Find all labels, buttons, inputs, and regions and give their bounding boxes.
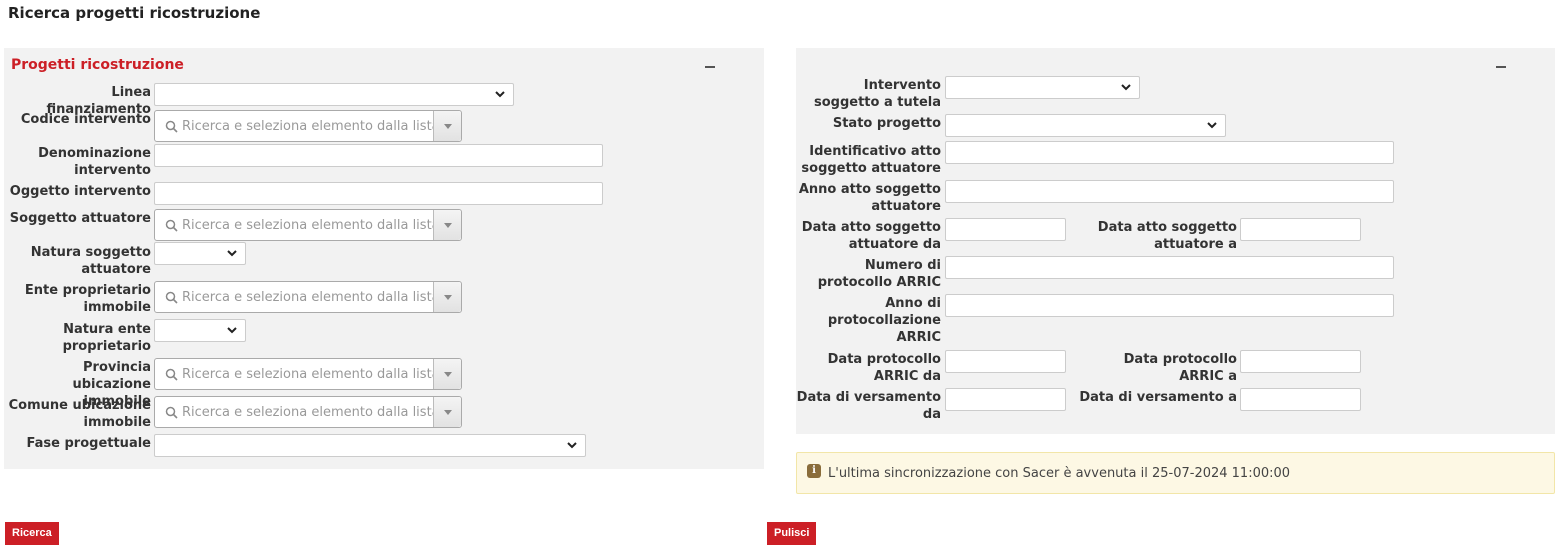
combo-placeholder: Ricerca e seleziona elemento dalla lista… [182,218,440,233]
combo-placeholder: Ricerca e seleziona elemento dalla lista… [182,405,440,420]
label-identificativo-atto: Identificativo atto soggetto attuatore [801,144,941,176]
input-data-versamento-a[interactable] [1240,388,1361,411]
info-icon: i [807,464,821,478]
input-data-protocollo-da[interactable] [945,350,1066,373]
dropdown-arrow-icon[interactable] [433,282,461,312]
search-icon [165,291,178,304]
label-natura-soggetto-attuatore: Natura soggetto attuatore [30,245,151,277]
clear-button[interactable]: Pulisci [767,522,817,545]
input-numero-protocollo[interactable] [945,256,1394,279]
label-stato-progetto: Stato progetto [832,116,941,131]
input-denominazione-intervento[interactable] [154,144,603,167]
panel-filtri-aggiuntivi: Intervento soggetto a tutela Stato proge… [796,48,1555,434]
search-button[interactable]: Ricerca [5,522,59,545]
section-title: Progetti ricostruzione [11,57,184,73]
input-identificativo-atto[interactable] [945,141,1394,164]
label-data-versamento-a: Data di versamento a [1079,390,1237,405]
combo-placeholder: Ricerca e seleziona elemento dalla lista… [182,290,440,305]
label-comune-ubicazione-immobile: Comune ubicazione immobile [8,398,151,430]
label-fase-progettuale: Fase progettuale [26,436,151,451]
search-icon [165,406,178,419]
select-stato-progetto[interactable] [945,114,1226,137]
label-oggetto-intervento: Oggetto intervento [9,184,151,199]
select-fase-progettuale[interactable] [154,434,586,457]
chevron-down-icon [227,327,237,334]
combo-placeholder: Ricerca e seleziona elemento dalla lista… [182,119,440,134]
search-icon [165,120,178,133]
chevron-down-icon [495,91,505,98]
panel-progetti-ricostruzione: Progetti ricostruzione Linea finanziamen… [4,48,764,469]
label-soggetto-attuatore: Soggetto attuatore [9,211,151,226]
chevron-down-icon [1121,84,1131,91]
search-icon [165,368,178,381]
label-anno-protocollazione: Anno di protocollazione ARRIC [827,296,941,345]
dropdown-arrow-icon[interactable] [433,397,461,427]
select-natura-ente-proprietario[interactable] [154,319,246,342]
search-icon [165,219,178,232]
label-intervento-soggetto-tutela: Intervento soggetto a tutela [813,78,941,110]
label-numero-protocollo: Numero di protocollo ARRIC [817,258,941,290]
sync-info-alert: i L'ultima sincronizzazione con Sacer è … [796,452,1555,494]
input-data-atto-da[interactable] [945,218,1066,241]
collapse-minus-icon[interactable] [1495,60,1507,72]
input-data-versamento-da[interactable] [945,388,1066,411]
combo-placeholder: Ricerca e seleziona elemento dalla lista… [182,367,440,382]
label-codice-intervento: Codice intervento [20,112,151,127]
select-linea-finanziamento[interactable] [154,83,514,106]
label-denominazione-intervento: Denominazione intervento [38,146,151,178]
dropdown-arrow-icon[interactable] [433,359,461,389]
input-anno-protocollazione[interactable] [945,294,1394,317]
combo-codice-intervento[interactable]: Ricerca e seleziona elemento dalla lista… [154,110,462,142]
chevron-down-icon [1207,122,1217,129]
chevron-down-icon [567,442,577,449]
label-data-atto-da: Data atto soggetto attuatore da [801,220,941,252]
page-title: Ricerca progetti ricostruzione [8,4,261,22]
input-data-protocollo-a[interactable] [1240,350,1361,373]
combo-ente-proprietario-immobile[interactable]: Ricerca e seleziona elemento dalla lista… [154,281,462,313]
label-data-protocollo-a: Data protocollo ARRIC a [1123,352,1237,384]
input-data-atto-a[interactable] [1240,218,1361,241]
collapse-minus-icon[interactable] [704,60,716,72]
sync-info-text: L'ultima sincronizzazione con Sacer è av… [828,466,1291,481]
dropdown-arrow-icon[interactable] [433,111,461,141]
select-natura-soggetto-attuatore[interactable] [154,242,246,265]
select-intervento-soggetto-tutela[interactable] [945,76,1140,99]
combo-comune-ubicazione-immobile[interactable]: Ricerca e seleziona elemento dalla lista… [154,396,462,428]
label-anno-atto: Anno atto soggetto attuatore [798,182,941,214]
combo-provincia-ubicazione-immobile[interactable]: Ricerca e seleziona elemento dalla lista… [154,358,462,390]
label-data-protocollo-da: Data protocollo ARRIC da [827,352,941,384]
input-oggetto-intervento[interactable] [154,182,603,205]
dropdown-arrow-icon[interactable] [433,210,461,240]
label-ente-proprietario-immobile: Ente proprietario immobile [24,283,151,315]
chevron-down-icon [227,250,237,257]
input-anno-atto[interactable] [945,180,1394,203]
label-data-atto-a: Data atto soggetto attuatore a [1097,220,1237,252]
label-natura-ente-proprietario: Natura ente proprietario [62,322,151,354]
label-data-versamento-da: Data di versamento da [796,390,941,422]
combo-soggetto-attuatore[interactable]: Ricerca e seleziona elemento dalla lista… [154,209,462,241]
